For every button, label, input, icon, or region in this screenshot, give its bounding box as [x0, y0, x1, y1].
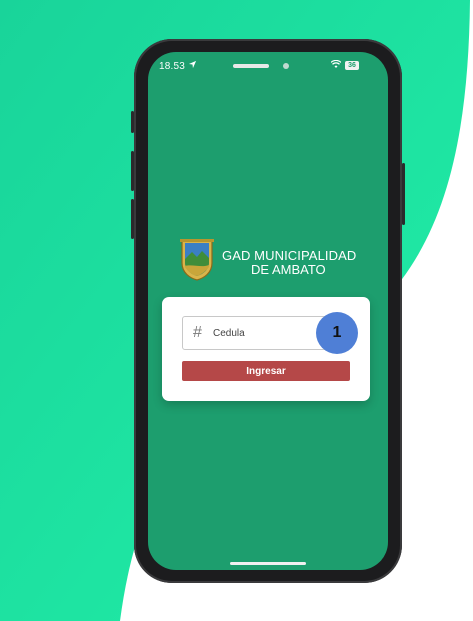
front-camera [283, 63, 289, 69]
phone-side-button [131, 111, 134, 133]
phone-volume-up-button [131, 151, 134, 191]
battery-indicator: 36 [345, 61, 359, 70]
wifi-icon [330, 59, 342, 72]
app-screen: 18.53 36 GAD MUNICIPALIDAD DE AMBATO # C… [148, 52, 388, 570]
organization-header: GAD MUNICIPALIDAD DE AMBATO [180, 237, 380, 287]
phone-power-button [402, 163, 405, 225]
step-number-badge: 1 [316, 312, 358, 354]
status-time: 18.53 [159, 61, 186, 72]
status-bar: 18.53 36 [148, 58, 388, 76]
home-indicator[interactable] [230, 562, 306, 565]
speaker-grille [233, 64, 269, 68]
phone-frame: 18.53 36 GAD MUNICIPALIDAD DE AMBATO # C… [131, 39, 405, 583]
login-card: # 1 Ingresar [162, 297, 370, 401]
municipal-coat-of-arms-icon [180, 237, 214, 281]
login-button[interactable]: Ingresar [182, 361, 350, 381]
hash-icon: # [193, 324, 202, 341]
phone-volume-down-button [131, 199, 134, 239]
organization-name-line1: GAD MUNICIPALIDAD [222, 248, 357, 263]
location-arrow-icon [188, 60, 197, 72]
organization-name-line2: DE AMBATO [251, 262, 326, 277]
